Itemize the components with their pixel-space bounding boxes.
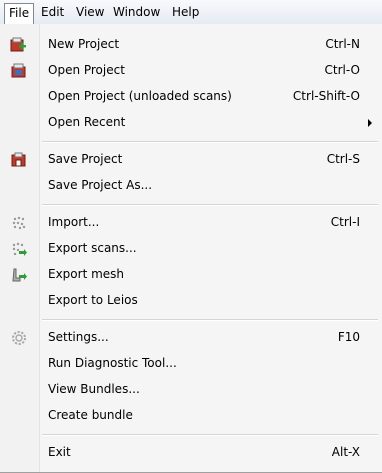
gear-icon: [10, 329, 28, 347]
save-project-icon: [10, 151, 28, 169]
menu-separator: [42, 434, 378, 436]
menu-item-view-bundles[interactable]: View Bundles...: [0, 377, 380, 403]
export-mesh-icon: [10, 266, 28, 284]
menu-item-open-recent[interactable]: Open Recent: [0, 110, 380, 136]
open-project-label: Open Project: [48, 63, 125, 77]
menu-item-exit[interactable]: Exit Alt-X: [0, 440, 380, 466]
menu-item-create-bundle[interactable]: Create bundle: [0, 403, 380, 429]
submenu-arrow-icon: [368, 119, 372, 127]
view-bundles-label: View Bundles...: [48, 382, 140, 396]
open-project-shortcut: Ctrl-O: [324, 63, 360, 77]
new-project-shortcut: Ctrl-N: [325, 37, 360, 51]
export-scans-icon: [10, 240, 28, 258]
menu-item-save-project-as[interactable]: Save Project As...: [0, 173, 380, 199]
menu-item-import[interactable]: Import... Ctrl-I: [0, 210, 380, 236]
menu-item-run-diagnostic-tool[interactable]: Run Diagnostic Tool...: [0, 351, 380, 377]
import-label: Import...: [48, 215, 100, 229]
menu-item-open-project[interactable]: Open Project Ctrl-O: [0, 58, 380, 84]
menu-separator: [42, 319, 378, 321]
menu-item-open-project-unloaded[interactable]: Open Project (unloaded scans) Ctrl-Shift…: [0, 84, 380, 110]
menu-item-save-project[interactable]: Save Project Ctrl-S: [0, 147, 380, 173]
save-project-shortcut: Ctrl-S: [326, 152, 360, 166]
exit-label: Exit: [48, 445, 71, 459]
export-scans-label: Export scans...: [48, 241, 137, 255]
menu-bar: File Edit View Window Help: [0, 0, 382, 25]
menu-item-new-project[interactable]: New Project Ctrl-N: [0, 32, 380, 58]
run-diagnostic-label: Run Diagnostic Tool...: [48, 356, 177, 370]
menu-item-export-to-leios[interactable]: Export to Leios: [0, 288, 380, 314]
menu-edit[interactable]: Edit: [37, 4, 68, 21]
settings-shortcut: F10: [337, 330, 360, 344]
create-bundle-label: Create bundle: [48, 408, 133, 422]
export-leios-label: Export to Leios: [48, 293, 138, 307]
open-project-icon: [10, 62, 28, 80]
export-mesh-label: Export mesh: [48, 267, 125, 281]
import-icon: [10, 214, 28, 232]
menu-separator: [42, 204, 378, 206]
open-recent-label: Open Recent: [48, 115, 126, 129]
menu-item-settings[interactable]: Settings... F10: [0, 325, 380, 351]
menu-window[interactable]: Window: [109, 4, 164, 21]
settings-label: Settings...: [48, 330, 109, 344]
menu-view[interactable]: View: [72, 4, 108, 21]
new-project-icon: [10, 36, 28, 54]
new-project-label: New Project: [48, 37, 120, 51]
menu-separator: [42, 141, 378, 143]
menu-item-export-scans[interactable]: Export scans...: [0, 236, 380, 262]
open-unloaded-shortcut: Ctrl-Shift-O: [292, 89, 360, 103]
menu-help[interactable]: Help: [168, 4, 203, 21]
menu-file[interactable]: File: [4, 3, 35, 24]
exit-shortcut: Alt-X: [331, 445, 360, 459]
import-shortcut: Ctrl-I: [330, 215, 360, 229]
open-unloaded-label: Open Project (unloaded scans): [48, 89, 232, 103]
save-as-label: Save Project As...: [48, 178, 153, 192]
file-dropdown-menu: New Project Ctrl-N Open Project Ctrl-O O…: [0, 24, 382, 473]
save-project-label: Save Project: [48, 152, 123, 166]
menu-item-export-mesh[interactable]: Export mesh: [0, 262, 380, 288]
